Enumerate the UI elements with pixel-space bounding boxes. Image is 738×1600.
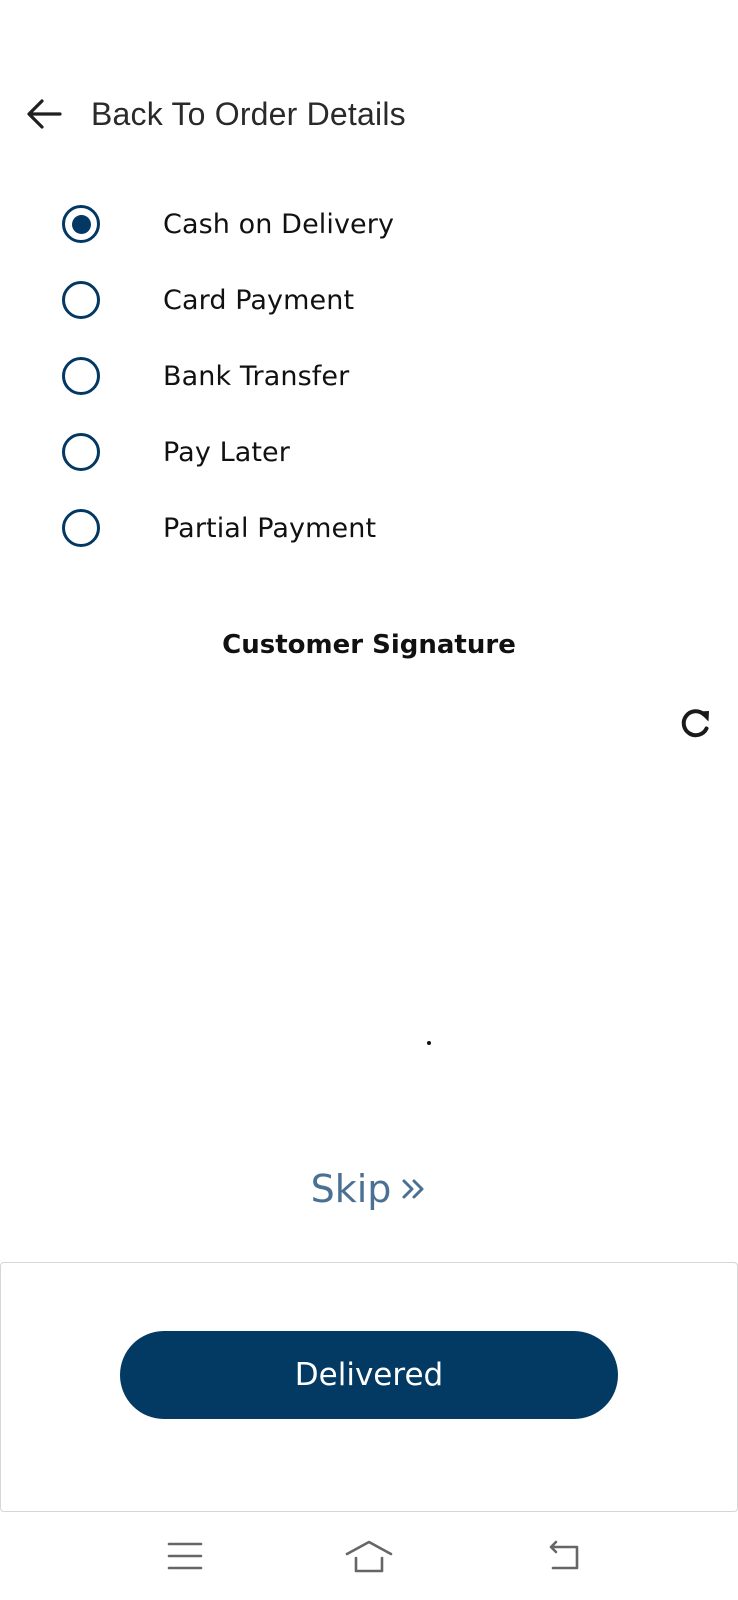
signature-title: Customer Signature (222, 630, 516, 660)
signature-stroke (427, 1041, 431, 1045)
arrow-left-icon (27, 99, 62, 129)
payment-option-partial-payment[interactable]: Partial Payment (62, 490, 662, 566)
radio-button-checked[interactable] (62, 205, 100, 243)
payment-option-pay-later[interactable]: Pay Later (62, 414, 662, 490)
payment-option-label: Card Payment (163, 284, 355, 316)
radio-button[interactable] (62, 281, 100, 319)
payment-option-bank-transfer[interactable]: Bank Transfer (62, 338, 662, 414)
payment-option-label: Partial Payment (163, 512, 377, 544)
header: Back To Order Details (26, 90, 406, 138)
menu-icon (167, 1542, 203, 1570)
refresh-icon (681, 709, 709, 738)
clear-signature-button[interactable] (676, 704, 716, 744)
radio-button[interactable] (62, 433, 100, 471)
back-button[interactable] (26, 92, 70, 136)
nav-back-button[interactable] (533, 1528, 593, 1584)
payment-option-card-payment[interactable]: Card Payment (62, 262, 662, 338)
signature-pad[interactable] (30, 760, 708, 1120)
radio-button[interactable] (62, 357, 100, 395)
nav-menu-button[interactable] (155, 1528, 215, 1584)
payment-option-cash-on-delivery[interactable]: Cash on Delivery (62, 186, 662, 262)
payment-option-label: Cash on Delivery (163, 208, 395, 240)
nav-home-button[interactable] (339, 1528, 399, 1584)
payment-method-group: Cash on Delivery Card Payment Bank Trans… (62, 186, 662, 566)
bottom-action-panel: Delivered (0, 1262, 738, 1512)
payment-option-label: Bank Transfer (163, 360, 350, 392)
delivered-button[interactable]: Delivered (120, 1331, 618, 1419)
home-icon (345, 1540, 393, 1573)
radio-button[interactable] (62, 509, 100, 547)
skip-label: Skip (310, 1167, 392, 1211)
page-title[interactable]: Back To Order Details (91, 96, 406, 133)
payment-option-label: Pay Later (163, 436, 290, 468)
system-navigation-bar (0, 1512, 738, 1600)
skip-button[interactable]: Skip (0, 1164, 738, 1214)
back-icon (549, 1540, 579, 1570)
double-chevron-right-icon (401, 1176, 427, 1202)
